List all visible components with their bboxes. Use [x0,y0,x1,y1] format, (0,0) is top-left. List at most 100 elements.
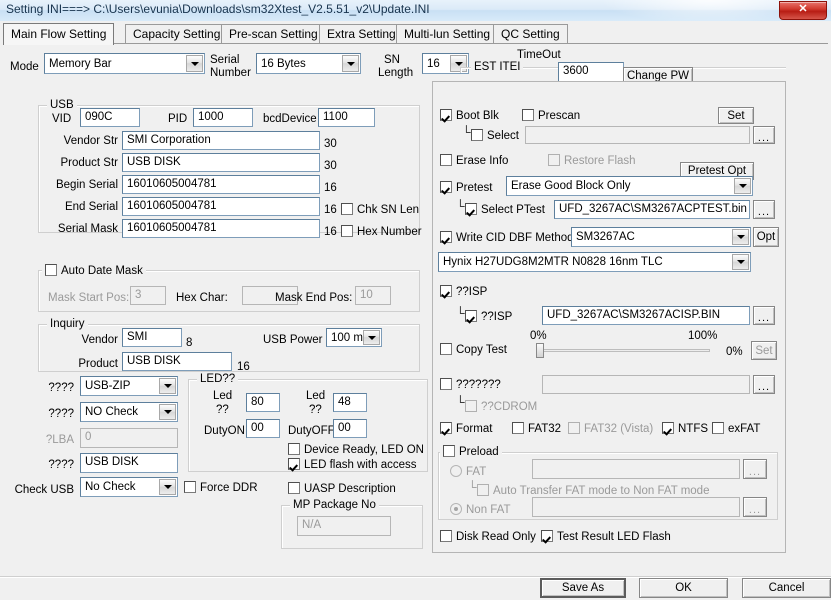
ntfs-checkbox[interactable]: NTFS [662,422,708,436]
chevron-down-icon[interactable] [186,55,203,72]
chevron-down-icon[interactable] [732,254,749,270]
opt-button[interactable]: Opt [753,227,779,247]
led1-input[interactable]: 80 [246,393,280,412]
close-button[interactable]: ✕ [779,1,827,20]
select-ptest-input[interactable]: UFD_3267AC\SM3267ACPTEST.bin [554,200,750,219]
chk-sn-len-checkbox[interactable]: Chk SN Len [341,203,419,217]
vendor-str-length: 30 [324,138,337,150]
begin-serial-label: Begin Serial [55,179,118,191]
cancel-button[interactable]: Cancel [742,578,831,598]
fat-radio: FAT [450,465,486,479]
mode-select[interactable]: Memory Bar [44,53,205,74]
tab-qc-setting[interactable]: QC Setting [493,24,568,44]
isp-browse-button[interactable]: ... [753,306,775,325]
select-ptest-browse-button[interactable]: ... [753,200,775,219]
tab-multi-lun-setting[interactable]: Multi-lun Setting [396,24,499,44]
sn-length-label-line1: SN [384,54,400,66]
timeout-input[interactable]: 3600 [558,62,624,82]
boot-blk-checkbox[interactable]: Boot Blk [440,109,499,123]
duty-on-input[interactable]: 00 [246,419,280,438]
save-as-button[interactable]: Save As [540,578,626,598]
vendor-str-input[interactable]: SMI Corporation [122,131,320,150]
tab-main-flow-setting[interactable]: Main Flow Setting [3,23,115,45]
inquiry-vendor-input[interactable]: SMI [122,328,182,347]
slider-thumb[interactable] [536,343,544,358]
chevron-down-icon[interactable] [159,404,176,420]
serial-number-value: 16 Bytes [261,57,306,70]
hex-number-checkbox[interactable]: Hex Number [341,225,422,239]
begin-serial-input[interactable]: 16010605004781 [122,175,320,194]
select-browse-button[interactable]: ... [753,126,775,144]
chevron-down-icon[interactable] [159,479,176,495]
isp-sub-checkbox[interactable]: ??ISP [465,310,512,324]
title-bar: Setting INI===> C:\Users\evunia\Download… [0,0,831,22]
chevron-down-icon[interactable] [734,178,751,194]
unknown-option-input[interactable] [542,375,750,394]
tab-extra-setting[interactable]: Extra Setting [319,24,404,44]
preload-checkbox[interactable]: Preload [440,445,502,459]
test-result-led-flash-checkbox[interactable]: Test Result LED Flash [541,530,671,544]
tab-capacity-setting[interactable]: Capacity Setting [125,24,229,44]
copy-test-slider[interactable] [536,343,710,359]
flash-select[interactable]: Hynix H27UDG8M2MTR N0828 16nm TLC [438,252,751,272]
erase-info-checkbox[interactable]: Erase Info [440,154,508,168]
chevron-down-icon[interactable] [159,378,176,394]
mp-package-no-input[interactable]: N/A [297,516,391,536]
lba-input[interactable]: 0 [80,428,178,448]
unknown-option-browse-button[interactable]: ... [753,375,775,394]
copy-test-checkbox[interactable]: Copy Test [440,343,507,357]
exfat-checkbox[interactable]: exFAT [712,422,760,436]
unknown-option-checkbox[interactable]: ??????? [440,378,501,392]
select-checkbox[interactable]: Select [471,129,519,143]
serial-mask-input[interactable]: 16010605004781 [122,219,320,238]
inquiry-product-input[interactable]: USB DISK [122,352,232,371]
pretest-select[interactable]: Erase Good Block Only [506,176,753,196]
mask-start-pos-input[interactable]: 3 [130,286,166,305]
vid-value: 090C [85,110,113,123]
force-ddr-checkbox[interactable]: Force DDR [184,481,258,495]
serial-mask-label: Serial Mask [57,223,118,235]
slider-min-label: 0% [530,330,547,342]
select-path-input[interactable] [525,126,750,144]
pid-value: 1000 [198,110,224,123]
chevron-down-icon[interactable] [732,229,749,245]
chevron-down-icon[interactable] [363,330,380,345]
bcd-device-input[interactable]: 1100 [318,108,375,127]
auto-date-mask-checkbox[interactable]: Auto Date Mask [42,264,146,278]
isp-path-input[interactable]: UFD_3267AC\SM3267ACISP.BIN [542,306,750,325]
usb-mode-select[interactable]: USB-ZIP [80,376,178,396]
disk-read-only-checkbox[interactable]: Disk Read Only [440,530,536,544]
check-usb-select[interactable]: No Check [80,477,178,497]
led-flash-with-access-checkbox[interactable]: LED flash with access [288,458,417,472]
end-serial-input[interactable]: 16010605004781 [122,197,320,216]
prescan-checkbox[interactable]: Prescan [522,109,580,123]
isp-checkbox[interactable]: ??ISP [440,285,487,299]
device-ready-led-on-checkbox[interactable]: Device Ready, LED ON [288,443,424,457]
dbf-method-select[interactable]: SM3267AC [571,227,751,247]
product-str-input[interactable]: USB DISK [122,153,320,172]
serial-number-select[interactable]: 16 Bytes [256,53,361,74]
set-button[interactable]: Set [718,107,754,124]
check-mode-select[interactable]: NO Check [80,402,178,422]
write-cid-checkbox[interactable]: Write CID [440,231,506,245]
pid-input[interactable]: 1000 [193,108,253,127]
vid-input[interactable]: 090C [80,108,140,127]
isp-sub-label: ??ISP [481,311,513,323]
uasp-description-checkbox[interactable]: UASP Description [288,482,396,496]
usb-power-select[interactable]: 100 mA [326,328,382,347]
chevron-down-icon[interactable] [342,55,359,72]
led2-input[interactable]: 48 [333,393,367,412]
select-ptest-checkbox[interactable]: Select PTest [465,203,545,217]
duty-off-input[interactable]: 00 [333,419,367,438]
pretest-checkbox[interactable]: Pretest [440,181,492,195]
inquiry-vendor-length: 8 [186,337,193,349]
mask-end-pos-input[interactable]: 10 [355,286,391,305]
fat32-checkbox[interactable]: FAT32 [512,422,561,436]
exfat-label: exFAT [728,423,761,435]
disk-name-input[interactable]: USB DISK [80,453,178,473]
tab-pre-scan-setting[interactable]: Pre-scan Setting [221,24,326,44]
ok-button[interactable]: OK [639,578,728,598]
serial-number-label-line1: Serial [210,54,240,66]
format-checkbox[interactable]: Format [440,422,492,436]
led-group-caption: LED?? [197,373,239,385]
